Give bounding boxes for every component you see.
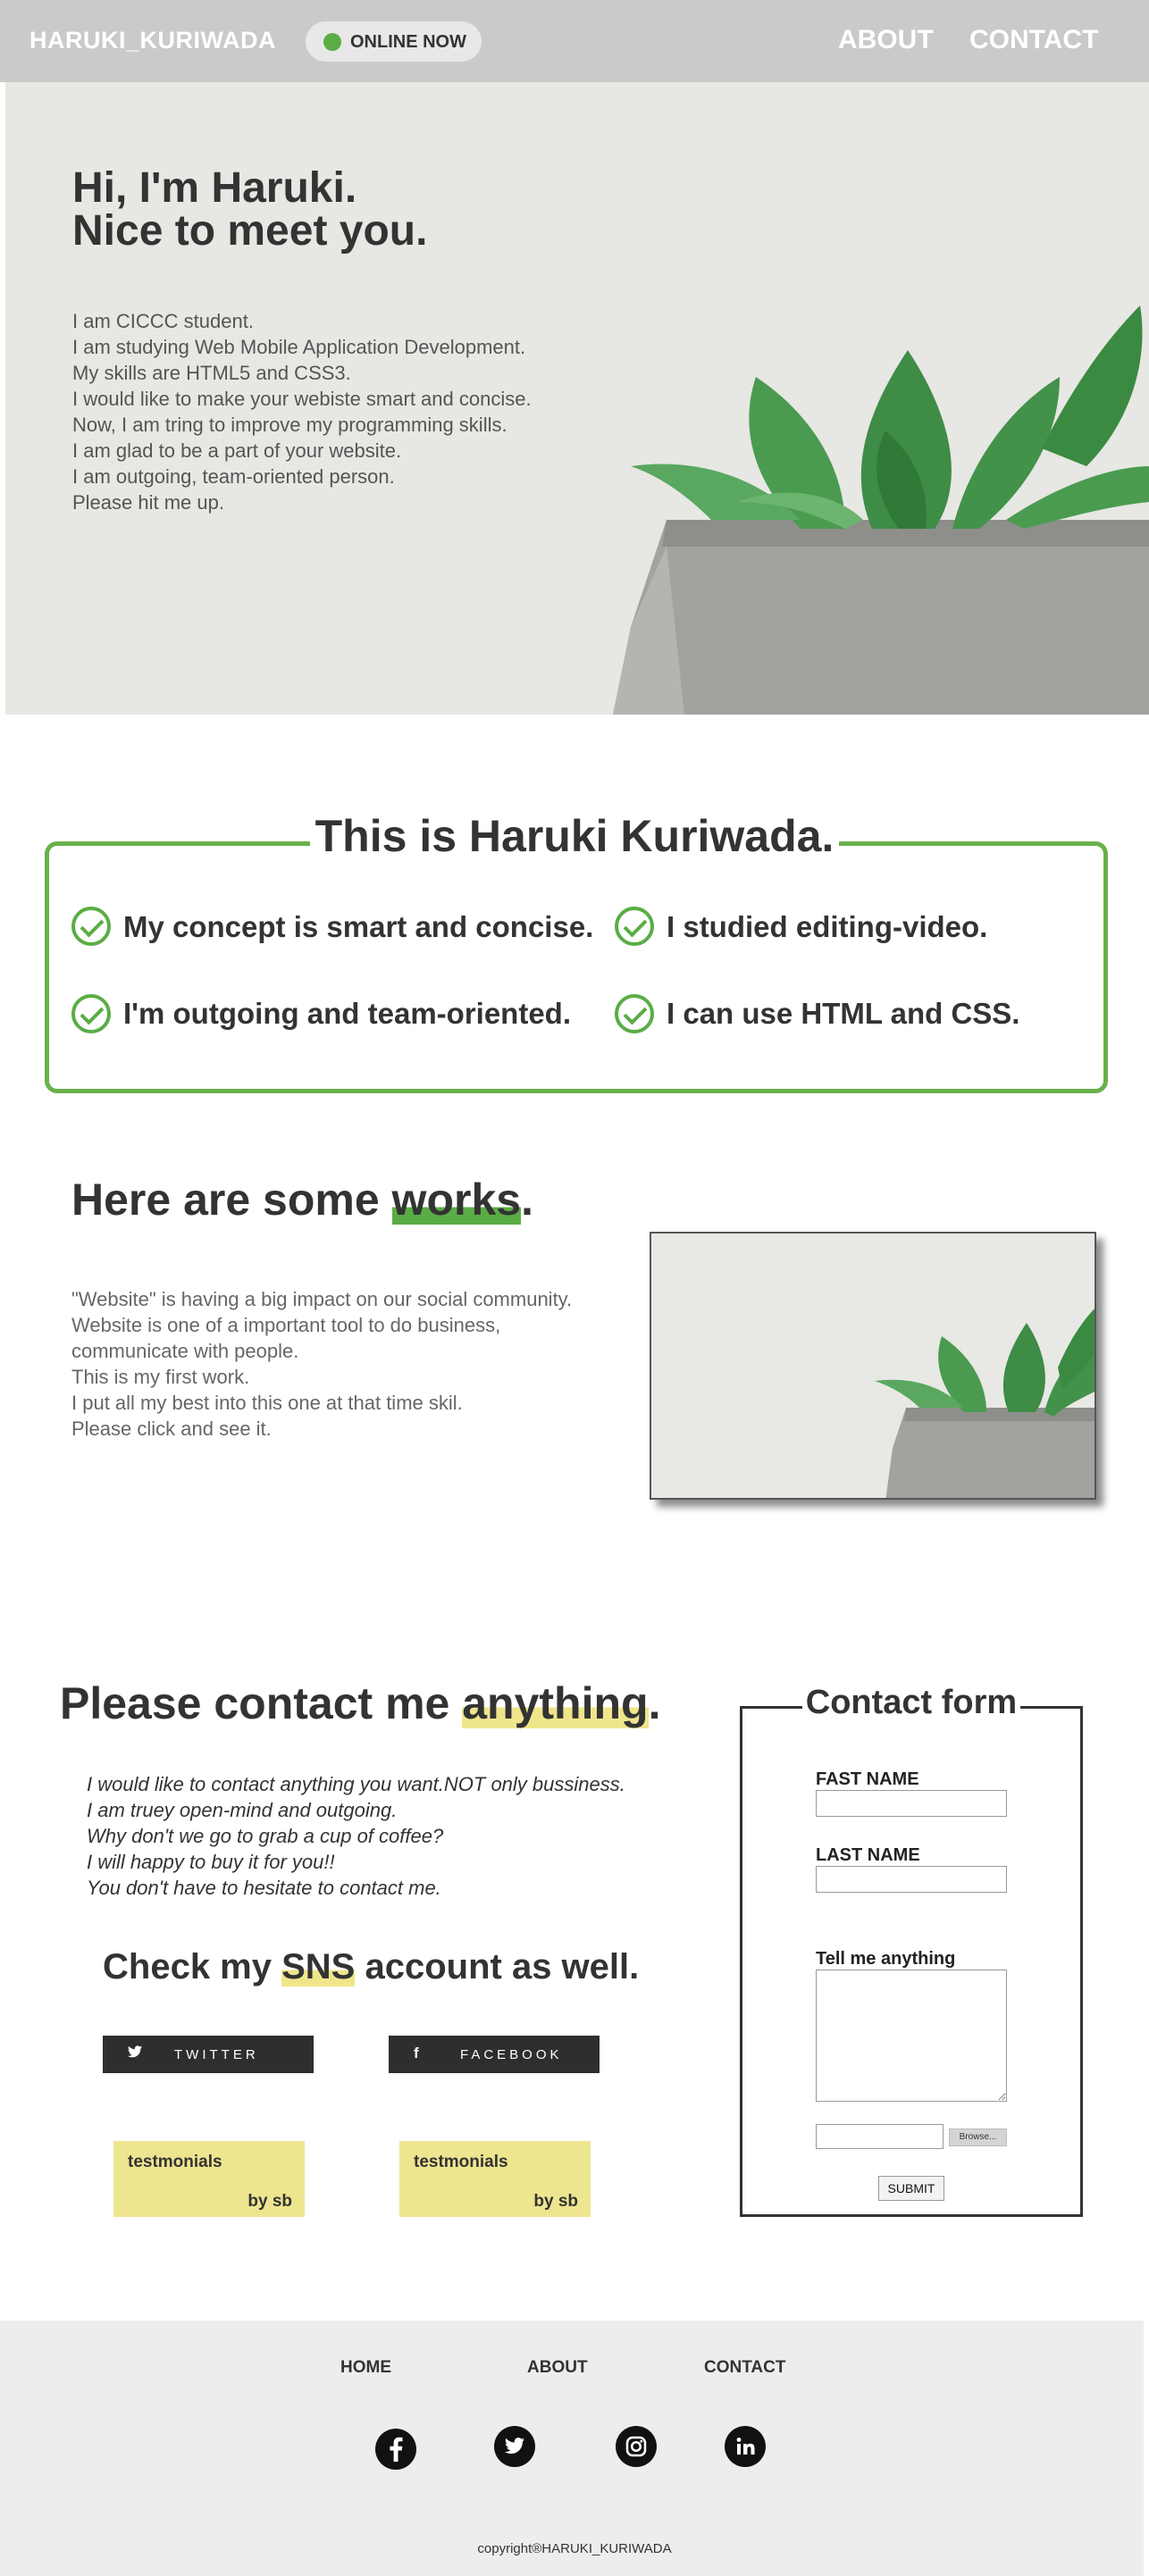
twitter-button-label: TWITTER: [174, 2047, 259, 2062]
bio-line: I am glad to be a part of your website.: [72, 439, 402, 462]
works-description: "Website" is having a big impact on our …: [71, 1286, 572, 1442]
works-line: This is my first work.: [71, 1366, 250, 1388]
contact-title: Please contact me anything.: [60, 1678, 661, 1728]
bio-line: I would like to make your webiste smart …: [72, 388, 532, 410]
check-circle-icon: [615, 907, 654, 946]
facebook-icon: f: [414, 2045, 419, 2062]
check-circle-icon: [71, 907, 111, 946]
contact-line: You don't have to hesitate to contact me…: [87, 1877, 441, 1899]
testimonial-title: testmonials: [414, 2153, 508, 2171]
first-name-label: FAST NAME: [816, 1769, 919, 1789]
works-highlight: works: [391, 1175, 522, 1225]
work-thumbnail-plant-image: [875, 1309, 1094, 1498]
first-name-field[interactable]: [816, 1790, 1007, 1817]
twitter-icon[interactable]: [494, 2426, 535, 2467]
skill-point: I studied editing-video.: [667, 910, 988, 943]
last-name-label: LAST NAME: [816, 1845, 920, 1865]
instagram-icon[interactable]: [616, 2426, 657, 2467]
sns-title: Check my SNS account as well.: [103, 1947, 640, 1986]
file-path-field[interactable]: [816, 2124, 944, 2149]
works-line: Website is one of a important tool to do…: [71, 1314, 501, 1336]
facebook-button-label: FACEBOOK: [460, 2047, 563, 2062]
nav-about-link[interactable]: ABOUT: [838, 25, 934, 55]
online-status-badge: ONLINE NOW: [306, 21, 482, 62]
hero-heading-line1: Hi, I'm Haruki.: [72, 164, 357, 212]
twitter-button[interactable]: TWITTER: [103, 2036, 314, 2073]
hero-heading: Hi, I'm Haruki. Nice to meet you.: [72, 167, 427, 253]
works-title: Here are some works.: [71, 1175, 533, 1225]
online-status-label: ONLINE NOW: [350, 32, 466, 52]
bio-line: Please hit me up.: [72, 491, 224, 514]
site-header: HARUKI_KURIWADA ONLINE NOW ABOUT CONTACT: [0, 0, 1149, 82]
bio-line: My skills are HTML5 and CSS3.: [72, 362, 351, 384]
contact-description: I would like to contact anything you wan…: [87, 1771, 625, 1901]
work-thumbnail-link[interactable]: [650, 1232, 1096, 1500]
contact-form-title: Contact form: [740, 1684, 1083, 1722]
bio-line: I am studying Web Mobile Application Dev…: [72, 336, 526, 358]
message-label: Tell me anything: [816, 1949, 956, 1969]
online-dot-icon: [323, 33, 341, 51]
works-line: communicate with people.: [71, 1340, 299, 1362]
works-line: I put all my best into this one at that …: [71, 1392, 463, 1414]
footer-nav-home[interactable]: HOME: [340, 2358, 391, 2378]
skill-point: I can use HTML and CSS.: [667, 997, 1020, 1030]
hero-heading-line2: Nice to meet you.: [72, 207, 428, 255]
hero-section: Hi, I'm Haruki. Nice to meet you. I am C…: [5, 82, 1149, 715]
testimonial-author: by sb: [533, 2192, 578, 2211]
skills-box: [45, 841, 1108, 1093]
copyright-text: copyright®HARUKI_KURIWADA: [477, 2541, 672, 2556]
brand-logo[interactable]: HARUKI_KURIWADA: [29, 27, 276, 54]
browse-button[interactable]: Browse...: [949, 2129, 1007, 2146]
works-line: "Website" is having a big impact on our …: [71, 1288, 573, 1310]
contact-line: I will happy to buy it for you!!: [87, 1851, 335, 1873]
last-name-field[interactable]: [816, 1866, 1007, 1893]
check-circle-icon: [615, 994, 654, 1033]
bio-line: I am outgoing, team-oriented person.: [72, 465, 395, 488]
message-textarea[interactable]: [816, 1970, 1007, 2102]
hero-bio: I am CICCC student. I am studying Web Mo…: [72, 308, 532, 515]
linkedin-icon[interactable]: [725, 2426, 766, 2467]
footer-nav-contact[interactable]: CONTACT: [704, 2358, 785, 2378]
sns-highlight: SNS: [281, 1947, 356, 1986]
succulent-plant-image: [613, 305, 1149, 715]
testimonial-card: testmonials by sb: [399, 2141, 591, 2217]
about-title: This is Haruki Kuriwada.: [0, 810, 1149, 862]
facebook-button[interactable]: f FACEBOOK: [389, 2036, 600, 2073]
nav-contact-link[interactable]: CONTACT: [969, 25, 1098, 55]
submit-button[interactable]: SUBMIT: [878, 2176, 944, 2201]
contact-line: I am truey open-mind and outgoing.: [87, 1799, 398, 1821]
contact-highlight: anything: [462, 1678, 649, 1728]
bio-line: Now, I am tring to improve my programmin…: [72, 414, 507, 436]
testimonial-card: testmonials by sb: [113, 2141, 305, 2217]
footer-nav-about[interactable]: ABOUT: [527, 2358, 588, 2378]
testimonial-title: testmonials: [128, 2153, 222, 2171]
skill-point: My concept is smart and concise.: [123, 910, 594, 943]
contact-line: Why don't we go to grab a cup of coffee?: [87, 1825, 444, 1847]
bio-line: I am CICCC student.: [72, 310, 254, 332]
facebook-icon[interactable]: [375, 2429, 416, 2470]
testimonial-author: by sb: [247, 2192, 292, 2211]
twitter-icon: [128, 2045, 142, 2062]
works-line: Please click and see it.: [71, 1418, 272, 1440]
contact-line: I would like to contact anything you wan…: [87, 1773, 625, 1795]
skill-point: I'm outgoing and team-oriented.: [123, 997, 572, 1030]
check-circle-icon: [71, 994, 111, 1033]
